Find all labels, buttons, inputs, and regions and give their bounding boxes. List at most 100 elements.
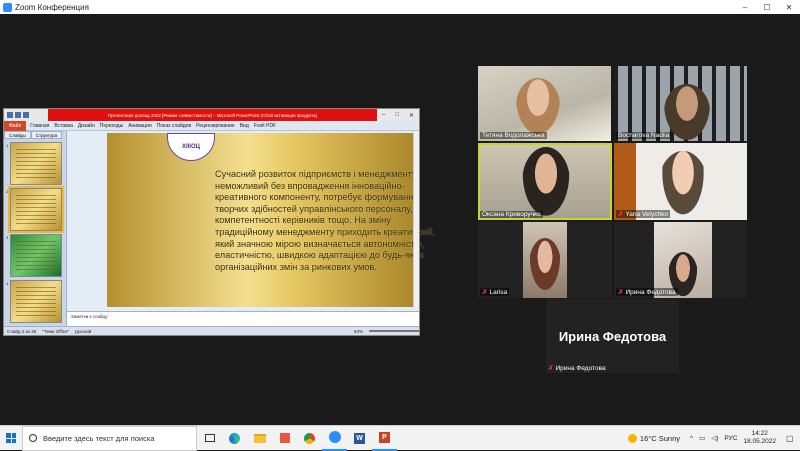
- redo-icon[interactable]: [23, 112, 29, 118]
- quick-access-toolbar: [4, 112, 48, 118]
- save-icon[interactable]: [7, 112, 13, 118]
- ppt-close-icon[interactable]: ✕: [409, 112, 414, 119]
- tab-slides[interactable]: Слайды: [4, 131, 31, 139]
- thumbnail-text-lines: [16, 195, 56, 225]
- ribbon-tab-transitions[interactable]: Переходы: [100, 123, 123, 129]
- ppt-title-bar: Презентація доклад 2022 [Режим совместим…: [4, 109, 419, 121]
- ppt-maximize-icon[interactable]: □: [395, 112, 399, 119]
- minimize-button[interactable]: –: [734, 3, 756, 12]
- ribbon-tab-foxit[interactable]: Foxit PDF: [254, 123, 276, 129]
- ppt-window-controls: – □ ✕: [377, 112, 419, 119]
- zoom-slider[interactable]: [369, 330, 419, 332]
- participant-tile[interactable]: Тетяна Водолажська: [478, 66, 611, 141]
- ribbon-file-tab[interactable]: Файл: [4, 120, 27, 131]
- participant-name: ✗ Ирина Федотова: [548, 365, 606, 372]
- participant-face: [529, 238, 561, 292]
- ppt-body: Слайды Структура 1 2 3 4 ХІІІОЦ Сучасний…: [4, 131, 435, 327]
- taskbar-search-box[interactable]: Введите здесь текст для поиска: [22, 425, 197, 451]
- participant-video: [523, 222, 567, 298]
- university-logo: ХІІІОЦ: [167, 133, 215, 161]
- ribbon-tab-slideshow[interactable]: Показ слайдов: [157, 123, 191, 129]
- participant-video: [654, 222, 712, 298]
- windows-taskbar: Введите здесь текст для поиска W P 16°C …: [0, 425, 800, 451]
- undo-icon[interactable]: [15, 112, 21, 118]
- slide-thumbnail[interactable]: 3: [6, 234, 62, 277]
- ribbon-tab-view[interactable]: Вид: [240, 123, 249, 129]
- muted-mic-icon: ✗: [618, 289, 624, 296]
- thumbnail-text-lines: [16, 149, 56, 179]
- windows-start-icon[interactable]: [0, 426, 22, 451]
- weather-text: 16°C Sunny: [639, 433, 681, 443]
- volume-icon[interactable]: ◁): [711, 434, 718, 442]
- slide-thumbnail-selected[interactable]: 2: [6, 186, 64, 233]
- tab-outline[interactable]: Структура: [30, 131, 63, 139]
- keyboard-language[interactable]: РУС: [724, 435, 737, 442]
- zoom-level[interactable]: 63%: [354, 329, 363, 334]
- search-placeholder: Введите здесь текст для поиска: [43, 433, 155, 443]
- chrome-icon[interactable]: [297, 426, 322, 451]
- slide-counter: Слайд 2 из 26: [7, 328, 37, 334]
- current-slide[interactable]: ХІІІОЦ Сучасний розвиток підприємств і м…: [107, 133, 435, 307]
- slide-scrollbar[interactable]: [413, 131, 419, 307]
- ppt-window-title: Презентація доклад 2022 [Режим совместим…: [48, 109, 377, 121]
- taskbar-clock[interactable]: 14:22 18.05.2022: [743, 430, 776, 446]
- maximize-button[interactable]: ☐: [756, 3, 778, 12]
- language-indicator[interactable]: русский: [75, 329, 91, 334]
- active-speaker-tile[interactable]: Оксана Криворучко: [478, 143, 612, 220]
- notifications-icon[interactable]: ▢: [786, 434, 800, 443]
- word-icon[interactable]: W: [347, 426, 372, 451]
- participant-name: ✗ Larisa: [480, 288, 510, 296]
- participant-tile[interactable]: ✗ Yana Velychko: [614, 143, 747, 220]
- weather-widget[interactable]: 16°C Sunny: [627, 433, 681, 443]
- clock-time: 14:22: [751, 430, 768, 437]
- slide-number: 3: [6, 235, 9, 240]
- powerpoint-icon[interactable]: P: [372, 426, 397, 451]
- ribbon-tab-home[interactable]: Главная: [30, 123, 49, 129]
- clock-date: 18.05.2022: [743, 438, 776, 445]
- participant-video: [516, 78, 560, 134]
- file-explorer-icon[interactable]: [247, 426, 272, 451]
- ribbon-tab-animation[interactable]: Анимация: [128, 123, 151, 129]
- sun-icon: [627, 433, 637, 443]
- participant-name: Bocharova Nadiia: [616, 132, 672, 139]
- edge-icon[interactable]: [222, 426, 247, 451]
- muted-mic-icon: ✗: [618, 211, 624, 218]
- ribbon-tab-design[interactable]: Дизайн: [78, 123, 95, 129]
- search-icon: [29, 434, 37, 442]
- slide-number: 4: [6, 281, 9, 286]
- close-button[interactable]: ✕: [778, 3, 800, 12]
- thumbnail-text-lines: [16, 287, 56, 317]
- participant-tile[interactable]: Bocharova Nadiia: [614, 66, 747, 141]
- task-view-icon[interactable]: [197, 426, 222, 451]
- participant-tile[interactable]: ✗ Ирина Федотова: [614, 222, 747, 298]
- ppt-minimize-icon[interactable]: –: [382, 112, 385, 119]
- thumbnail-text-lines: [16, 241, 56, 271]
- notes-pane[interactable]: Заметки к слайду: [67, 311, 419, 327]
- participant-display-name: Ирина Федотова: [558, 329, 667, 344]
- participant-name: Оксана Криворучко: [480, 211, 543, 218]
- participant-name: ✗ Ирина Федотова: [616, 288, 678, 296]
- slide-editor: ХІІІОЦ Сучасний розвиток підприємств і м…: [67, 131, 435, 327]
- ppt-ribbon: Файл Главная Вставка Дизайн Переходы Ани…: [4, 120, 419, 131]
- muted-mic-icon: ✗: [482, 289, 488, 296]
- participant-name: Тетяна Водолажська: [480, 132, 547, 139]
- network-icon[interactable]: ▭: [699, 434, 705, 442]
- store-icon[interactable]: [272, 426, 297, 451]
- zoom-app-icon: [3, 2, 12, 12]
- ribbon-tab-review[interactable]: Рецензирование: [196, 123, 235, 129]
- zoom-title-bar: Zoom Конференция – ☐ ✕: [0, 0, 800, 14]
- slide-thumbnail[interactable]: 4: [6, 280, 62, 323]
- slides-panel-tabs: Слайды Структура: [4, 131, 66, 139]
- zoom-icon[interactable]: [322, 426, 347, 451]
- chevron-up-icon[interactable]: ^: [690, 435, 693, 442]
- ppt-status-bar: Слайд 2 из 26 "Тема Office" русский 63%: [4, 326, 419, 335]
- shared-screen-powerpoint[interactable]: Презентація доклад 2022 [Режим совместим…: [3, 108, 435, 336]
- participant-tile-no-video[interactable]: Ирина Федотова ✗ Ирина Федотова: [546, 299, 679, 373]
- slide-thumbnail[interactable]: 1: [6, 142, 62, 185]
- ribbon-tab-insert[interactable]: Вставка: [54, 123, 73, 129]
- participant-tile[interactable]: ✗ Larisa: [478, 222, 612, 298]
- slides-panel: Слайды Структура 1 2 3 4: [4, 131, 67, 327]
- slide-number: 2: [6, 189, 9, 194]
- system-tray: ^ ▭ ◁) РУС: [690, 434, 737, 443]
- slide-number: 1: [6, 143, 9, 148]
